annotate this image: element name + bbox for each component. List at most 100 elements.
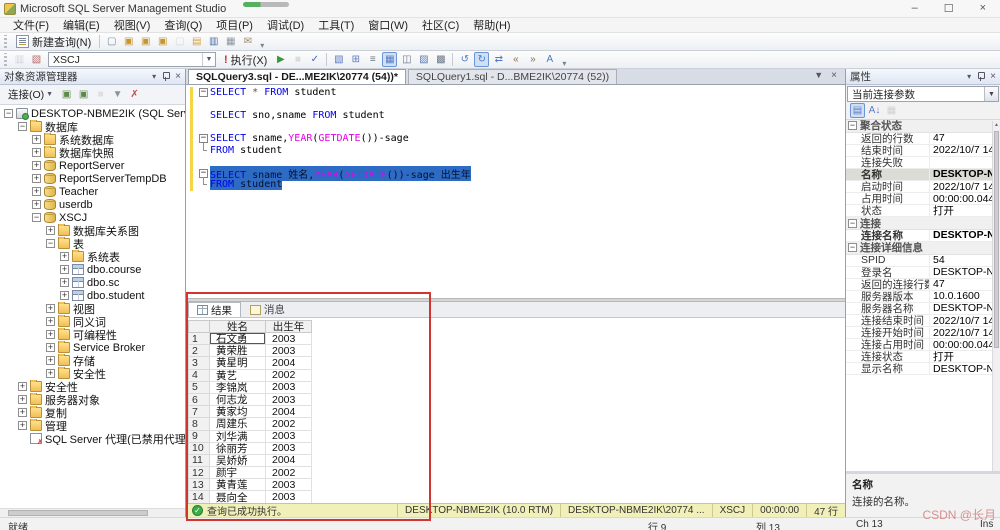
results-to-grid-icon[interactable]: ▦ xyxy=(382,52,397,67)
intellisense-icon[interactable]: A xyxy=(542,52,557,67)
tree-item[interactable]: +ReportServerTempDB xyxy=(0,172,185,185)
tree-expander-icon[interactable]: − xyxy=(4,109,13,118)
tab-sqlquery3[interactable]: SQLQuery3.sql - DE...ME2IK\20774 (54))* xyxy=(188,69,406,84)
row-number-cell[interactable]: 3 xyxy=(188,357,210,369)
result-cell[interactable]: 2003 xyxy=(266,345,312,357)
connect-server-icon[interactable]: ▣ xyxy=(59,87,74,102)
menu-item[interactable]: 编辑(E) xyxy=(56,17,107,33)
close-button[interactable]: × xyxy=(980,2,986,15)
scroll-up-icon[interactable]: ▲ xyxy=(993,121,1000,130)
result-cell[interactable]: 2002 xyxy=(266,370,312,382)
property-row[interactable]: 服务器名称DESKTOP-NBME2IK xyxy=(846,303,992,315)
tree-item[interactable]: +数据库快照 xyxy=(0,146,185,159)
category-collapse-icon[interactable]: − xyxy=(848,219,857,228)
category-collapse-icon[interactable]: − xyxy=(848,243,857,252)
save-icon[interactable]: ▥ xyxy=(206,34,221,49)
category-collapse-icon[interactable]: − xyxy=(848,121,857,130)
close-icon[interactable]: × xyxy=(990,71,996,82)
stop-icon[interactable]: ■ xyxy=(290,52,305,67)
result-cell[interactable]: 2003 xyxy=(266,479,312,491)
row-number-cell[interactable]: 5 xyxy=(188,382,210,394)
result-cell[interactable]: 2003 xyxy=(266,443,312,455)
switch-connection-icon[interactable]: ⇄ xyxy=(491,52,506,67)
property-pages-icon[interactable]: ▦ xyxy=(884,103,899,118)
tree-expander-icon[interactable]: + xyxy=(46,343,55,352)
tree-expander-icon[interactable]: + xyxy=(18,421,27,430)
menu-item[interactable]: 调试(D) xyxy=(260,17,311,33)
menu-item[interactable]: 工具(T) xyxy=(311,17,361,33)
parse-check-icon[interactable]: ✓ xyxy=(307,52,322,67)
indent-icon[interactable]: » xyxy=(525,52,540,67)
tree-expander-icon[interactable]: + xyxy=(46,330,55,339)
execute-button[interactable]: ! 执行(X) xyxy=(219,52,272,68)
tree-expander-icon[interactable]: + xyxy=(18,395,27,404)
menu-item[interactable]: 社区(C) xyxy=(415,17,466,33)
horizontal-scrollbar[interactable] xyxy=(0,508,185,517)
sql-editor[interactable]: −SELECT * FROM studentSELECT sno,sname F… xyxy=(186,85,845,298)
new-query-button[interactable]: 新建查询(N) xyxy=(11,34,96,50)
result-cell[interactable]: 2003 xyxy=(266,491,312,503)
fold-collapse-icon[interactable]: − xyxy=(199,88,208,97)
result-cell[interactable]: 2002 xyxy=(266,467,312,479)
open-file-icon[interactable]: ▤ xyxy=(189,34,204,49)
browse-definition-icon[interactable]: ↺ xyxy=(457,52,472,67)
tree-expander-icon[interactable]: + xyxy=(32,174,41,183)
property-row[interactable]: 返回的连接行数47 xyxy=(846,279,992,291)
property-row[interactable]: 连接状态打开 xyxy=(846,351,992,363)
tree-item[interactable]: +Teacher xyxy=(0,185,185,198)
tree-expander-icon[interactable]: + xyxy=(46,226,55,235)
close-icon[interactable]: × xyxy=(175,71,181,82)
tree-expander-icon[interactable]: − xyxy=(46,239,55,248)
result-cell[interactable]: 2003 xyxy=(266,382,312,394)
mail-icon[interactable]: ✉ xyxy=(240,34,255,49)
active-files-icon[interactable]: ▼ xyxy=(814,70,823,81)
menu-item[interactable]: 文件(F) xyxy=(6,17,56,33)
tab-results[interactable]: 结果 xyxy=(188,302,241,317)
toolbar-overflow-icon[interactable]: ▾ xyxy=(562,59,566,68)
client-statistics-icon[interactable]: ▩ xyxy=(433,52,448,67)
add-database-icon[interactable]: ▣ xyxy=(121,34,136,49)
pin-icon[interactable] xyxy=(977,72,984,81)
tree-item[interactable]: +系统数据库 xyxy=(0,133,185,146)
row-number-cell[interactable]: 11 xyxy=(188,455,210,467)
tree-item[interactable]: SQL Server 代理(已禁用代理 XP) xyxy=(0,432,185,445)
column-header-birthyear[interactable]: 出生年 xyxy=(266,320,312,333)
tree-expander-icon[interactable]: + xyxy=(18,408,27,417)
row-number-cell[interactable]: 10 xyxy=(188,443,210,455)
tree-item[interactable]: −DESKTOP-NBME2IK (SQL Server 10.0.160 xyxy=(0,107,185,120)
pin-icon[interactable] xyxy=(162,72,169,81)
property-category[interactable]: −聚合状态 xyxy=(846,120,992,133)
connect-button[interactable]: 连接(O) ▼ xyxy=(4,87,57,102)
property-row[interactable]: SPID54 xyxy=(846,255,992,267)
tree-expander-icon[interactable]: + xyxy=(60,265,69,274)
toolbar-overflow-icon[interactable]: ▾ xyxy=(260,41,264,50)
tree-expander-icon[interactable]: + xyxy=(46,317,55,326)
property-row[interactable]: 连接开始时间2022/10/7 14:21:14 xyxy=(846,327,992,339)
result-cell[interactable]: 2004 xyxy=(266,455,312,467)
tree-item[interactable]: +同义词 xyxy=(0,315,185,328)
chevron-down-icon[interactable]: ▾ xyxy=(152,72,156,81)
activity-monitor-icon[interactable]: ▥ xyxy=(12,52,27,67)
result-cell[interactable]: 2004 xyxy=(266,406,312,418)
tree-expander-icon[interactable]: + xyxy=(32,161,41,170)
row-number-cell[interactable]: 6 xyxy=(188,394,210,406)
properties-combobox[interactable]: 当前连接参数 ▼ xyxy=(847,86,999,102)
tree-expander-icon[interactable]: + xyxy=(60,291,69,300)
property-row[interactable]: 占用时间00:00:00.044 xyxy=(846,193,992,205)
menu-item[interactable]: 项目(P) xyxy=(209,17,260,33)
results-to-text-icon[interactable]: ≡ xyxy=(365,52,380,67)
property-row[interactable]: 启动时间2022/10/7 14:21:14 xyxy=(846,181,992,193)
results-to-file-icon[interactable]: ◫ xyxy=(399,52,414,67)
toolbar-grip[interactable] xyxy=(4,53,7,66)
estimated-plan-icon[interactable]: ▧ xyxy=(331,52,346,67)
tree-item[interactable]: +服务器对象 xyxy=(0,393,185,406)
outdent-icon[interactable]: « xyxy=(508,52,523,67)
tree-item[interactable]: +可编程性 xyxy=(0,328,185,341)
script-error-icon[interactable]: ✗ xyxy=(127,87,142,102)
property-category[interactable]: −连接 xyxy=(846,217,992,230)
tree-item[interactable]: +安全性 xyxy=(0,380,185,393)
tree-item[interactable]: +管理 xyxy=(0,419,185,432)
sync-icon[interactable]: ↻ xyxy=(474,52,489,67)
chevron-down-icon[interactable]: ▼ xyxy=(984,87,998,101)
refresh-icon[interactable]: ▣ xyxy=(76,87,91,102)
